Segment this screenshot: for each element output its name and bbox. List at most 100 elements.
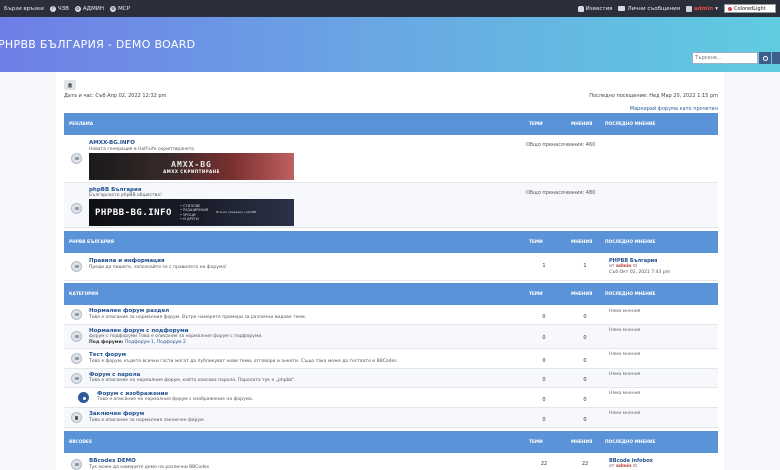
category-category: КАТЕГОРИЯ ТЕМИ МНЕНИЯ ПОСЛЕДНО МНЕНИЕ Но… <box>64 283 718 428</box>
last-visit: Последно посещение: Нед Мар 20, 2022 1:1… <box>589 93 718 99</box>
mcp-link[interactable]: ⚒ MCP <box>109 5 130 12</box>
quick-links-menu[interactable]: Бързи връзки <box>4 6 44 12</box>
pm-label: Лични съобщения <box>627 5 681 12</box>
forum-description: Това е описание за нормалния заключен фо… <box>89 418 205 423</box>
forum-row: AMXX-BG.INFO Новата генерация в Half-Lif… <box>64 135 718 183</box>
topics-count: 22 <box>540 461 548 467</box>
style-label: ColoredLight <box>734 5 766 12</box>
notifications-link[interactable]: Известия <box>577 5 613 12</box>
style-switcher[interactable]: ColoredLight <box>724 4 776 13</box>
column-last-post: ПОСЛЕДНО МНЕНИЕ <box>605 121 656 127</box>
forum-row: Форум с изображение Това е описание на н… <box>64 388 718 408</box>
topics-count: 0 <box>542 358 546 364</box>
forum-read-icon <box>71 309 82 320</box>
faq-label: ЧЗВ <box>57 5 69 12</box>
gear-icon: ⚙ <box>74 5 81 12</box>
search-box <box>692 52 780 64</box>
category-title[interactable]: РЕКЛАМА <box>69 122 93 127</box>
last-post-date: Съб Окт 02, 2021 7:43 pm <box>609 270 671 275</box>
banner-line: • УРОЦИ <box>179 212 196 217</box>
posts-count: 1 <box>583 263 587 269</box>
private-messages-link[interactable]: Лични съобщения <box>618 6 680 12</box>
forum-title[interactable]: BBcodes DEMO <box>89 458 136 464</box>
forum-row: Заключен форум Това е описание за нормал… <box>64 408 718 428</box>
column-posts: МНЕНИЯ <box>571 121 593 127</box>
gavel-icon: ⚒ <box>109 5 116 12</box>
style-color-icon <box>728 6 732 11</box>
posts-count: 0 <box>583 417 587 423</box>
author-link[interactable]: admin <box>616 264 632 269</box>
column-last-post: ПОСЛЕДНО МНЕНИЕ <box>605 439 656 445</box>
forum-title[interactable]: Правила и информация <box>89 258 165 264</box>
banner-line: • РАЗШИРЕНИЯ <box>179 208 209 212</box>
category-header: РЕКЛАМА ТЕМИ МНЕНИЯ ПОСЛЕДНО МНЕНИЕ <box>64 113 718 135</box>
chevron-down-icon: ▾ <box>715 5 718 12</box>
avatar <box>686 5 693 12</box>
envelope-icon <box>618 6 626 11</box>
category-title[interactable]: КАТЕГОРИЯ <box>69 292 98 297</box>
subforum-links[interactable]: Подфорум 1, Подфорум 2 <box>125 340 186 345</box>
author-link[interactable]: admin <box>616 464 632 469</box>
redirect-count: Общо пренасочвания: 460 <box>526 142 596 148</box>
notifications-label: Известия <box>585 5 613 12</box>
username: admin <box>694 5 714 12</box>
goto-post-icon[interactable]: ⊡ <box>633 464 637 469</box>
posts-count: 0 <box>583 358 587 364</box>
forum-title[interactable]: Тест форум <box>89 352 126 358</box>
banner-line: • И ДРУГИ <box>179 217 199 221</box>
faq-link[interactable]: ? ЧЗВ <box>49 5 69 12</box>
forum-title[interactable]: Нормален форум раздел <box>89 308 169 314</box>
author-prefix: от <box>609 264 615 269</box>
column-last-post: ПОСЛЕДНО МНЕНИЕ <box>605 291 656 297</box>
topics-count: 0 <box>542 335 546 341</box>
subforums-list: Под форуми: Подфорум 1, Подфорум 2 <box>89 340 186 345</box>
forum-description: Новата генерация в Half-Life скриптиране… <box>89 147 195 152</box>
topics-count: 0 <box>542 377 546 383</box>
banner-title: AMXX-BG <box>171 159 212 169</box>
banner-footer: Всичко свързано с phpBB <box>216 210 257 215</box>
last-post-none: Няма мнения <box>609 328 641 333</box>
category-title[interactable]: PHPBB БЪЛГАРИЯ <box>69 240 114 245</box>
mark-forums-read-link[interactable]: Маркирай форума като прочетен <box>630 106 718 112</box>
column-topics: ТЕМИ <box>529 121 543 127</box>
goto-post-icon[interactable]: ⊡ <box>633 264 637 269</box>
column-topics: ТЕМИ <box>529 291 543 297</box>
home-icon <box>67 82 73 88</box>
home-button[interactable] <box>64 80 76 90</box>
forum-link-icon <box>71 153 82 164</box>
user-menu[interactable]: admin ▾ <box>686 5 718 12</box>
forum-title[interactable]: Заключен форум <box>89 411 144 417</box>
forum-title[interactable]: AMXX-BG.INFO <box>89 140 135 146</box>
column-topics: ТЕМИ <box>529 439 543 445</box>
phpbb-bg-banner-image[interactable]: PHPBB-BG.INFO • СТИЛОВЕ • РАЗШИРЕНИЯ • У… <box>89 199 294 226</box>
column-last-post: ПОСЛЕДНО МНЕНИЕ <box>605 239 656 245</box>
forum-description: Това е форум, където всички гости могат … <box>89 359 397 364</box>
column-topics: ТЕМИ <box>529 239 543 245</box>
last-post-none: Няма мнения <box>609 372 641 377</box>
main-content: Дата и час: Съб Апр 02, 2022 12:32 pm По… <box>56 72 724 470</box>
forum-description: Това е описание на нормалния форум с изо… <box>97 397 254 402</box>
last-post-none: Няма мнения <box>609 391 641 396</box>
subforums-label: Под форуми: <box>89 340 124 345</box>
advanced-search-button[interactable] <box>772 52 780 64</box>
search-input[interactable] <box>692 52 758 64</box>
banner-subtitle: AMXX СКРИПТИРАНЕ <box>163 168 220 174</box>
posts-count: 0 <box>583 335 587 341</box>
topics-count: 1 <box>542 263 546 269</box>
topics-count: 0 <box>542 397 546 403</box>
forum-read-icon <box>71 459 82 470</box>
category-advertising: РЕКЛАМА ТЕМИ МНЕНИЯ ПОСЛЕДНО МНЕНИЕ AMXX… <box>64 113 718 228</box>
category-header: КАТЕГОРИЯ ТЕМИ МНЕНИЯ ПОСЛЕДНО МНЕНИЕ <box>64 283 718 305</box>
acp-link[interactable]: ⚙ АДМИН <box>74 5 104 12</box>
posts-count: 0 <box>583 397 587 403</box>
forum-row: Форум с парола Това е описание на нормал… <box>64 369 718 388</box>
author-prefix: от <box>609 464 615 469</box>
search-button[interactable] <box>759 52 771 64</box>
redirect-count: Общо пренасочвания: 480 <box>526 190 596 196</box>
amxx-banner-image[interactable]: AMXX-BG AMXX СКРИПТИРАНЕ <box>89 153 294 180</box>
category-title[interactable]: BBCODES <box>69 440 92 445</box>
forum-link-icon <box>71 203 82 214</box>
forum-read-icon <box>71 331 82 342</box>
site-title[interactable]: PHPBB БЪЛГАРИЯ - DEMO BOARD <box>0 38 195 51</box>
last-post-none: Няма мнения <box>609 352 641 357</box>
